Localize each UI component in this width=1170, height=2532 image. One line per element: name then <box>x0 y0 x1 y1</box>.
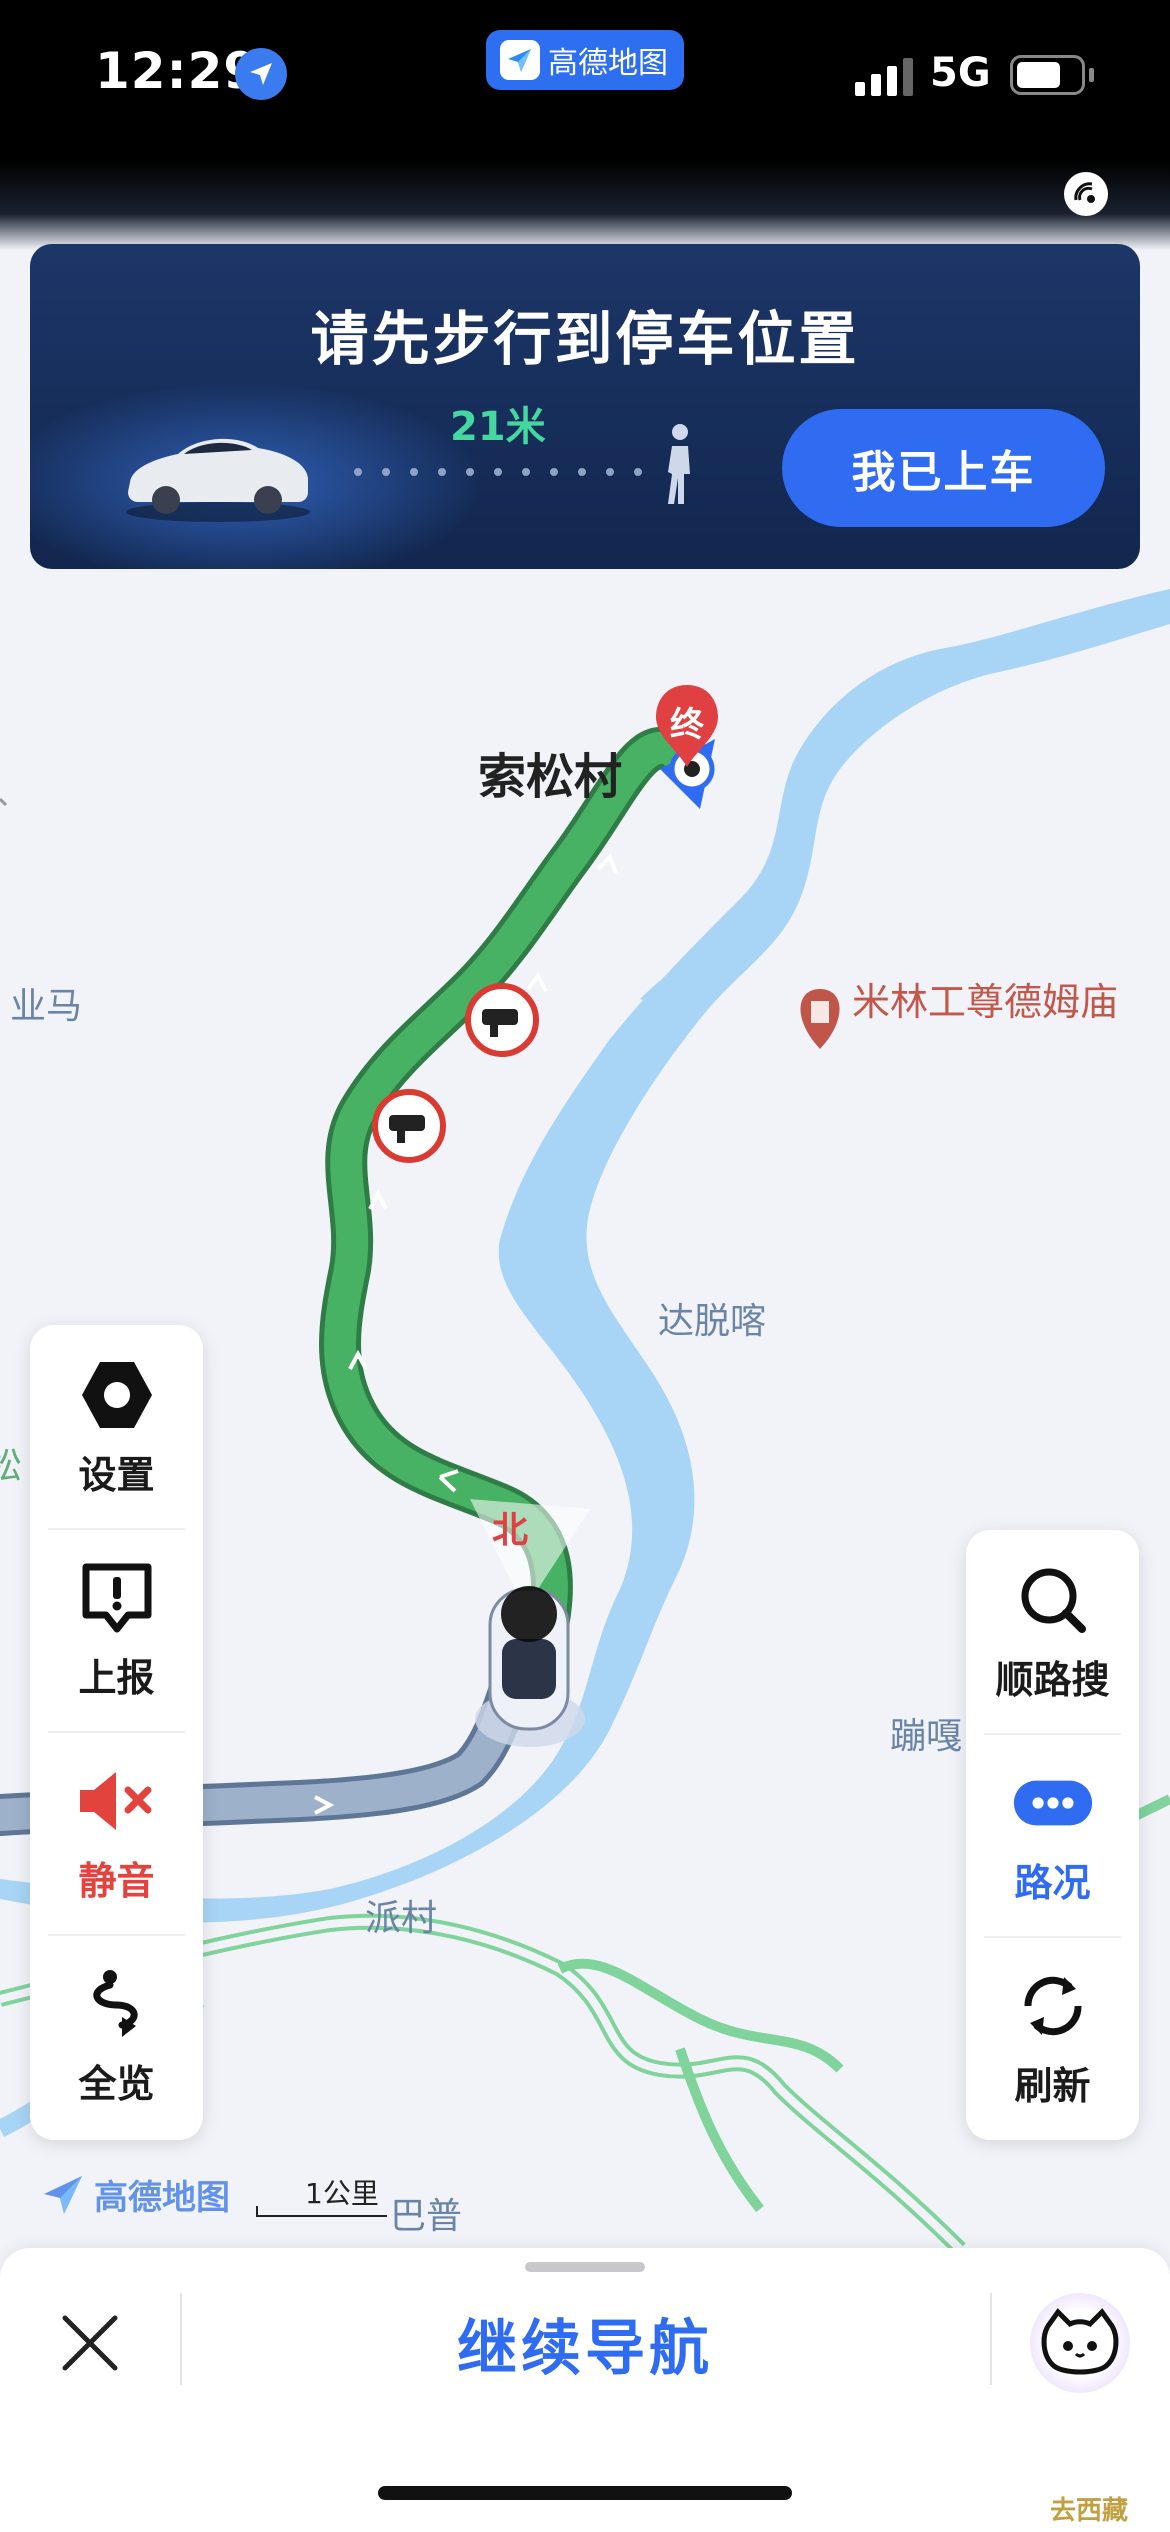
traffic-button[interactable]: 路况 <box>966 1733 1139 1936</box>
map-label-bapu: 巴普 <box>390 2196 463 2237</box>
overview-label: 全览 <box>78 2062 155 2106</box>
projection-cast-icon[interactable] <box>1062 170 1110 218</box>
along-route-search-label: 顺路搜 <box>995 1658 1110 1702</box>
overview-route-icon <box>76 1963 158 2045</box>
location-arrow-icon <box>235 48 287 100</box>
assistant-cat-icon[interactable] <box>1030 2293 1130 2393</box>
parked-car-icon <box>126 438 310 522</box>
walking-person-icon <box>668 424 690 504</box>
map-label-village: 索松村 <box>478 749 623 805</box>
map-brand-logo: 高德地图 <box>40 2170 230 2219</box>
close-icon[interactable] <box>55 2308 125 2378</box>
traffic-dots-icon <box>1012 1762 1094 1844</box>
compass-north-label: 北 <box>492 1510 529 1551</box>
mute-speaker-icon <box>76 1760 158 1842</box>
app-return-badge[interactable]: 高德地图 <box>486 30 684 90</box>
overview-button[interactable]: 全览 <box>30 1934 203 2137</box>
map-label-temple[interactable]: 米林工尊德姆庙 <box>852 971 1118 1026</box>
destination-pin[interactable]: 终 <box>650 681 724 771</box>
settings-button[interactable]: 设置 <box>30 1325 203 1528</box>
report-alert-icon <box>76 1557 158 1639</box>
map-label-yema: 业马 <box>10 986 83 1027</box>
report-button[interactable]: 上报 <box>30 1528 203 1731</box>
map-label-dashuoka: 达脱喀 <box>658 1301 767 1342</box>
sheet-drag-handle[interactable] <box>525 2262 645 2272</box>
walk-to-car-banner: 请先步行到停车位置 21米 我已上车 <box>30 244 1140 569</box>
right-tool-panel: 顺路搜 路况 刷新 <box>966 1530 1139 2140</box>
along-route-search-button[interactable]: 顺路搜 <box>966 1530 1139 1733</box>
walk-path-dots <box>354 468 642 476</box>
map-label-paicun: 派村 <box>365 1898 438 1939</box>
search-icon <box>1012 1559 1094 1641</box>
destination-pin-label: 终 <box>670 705 704 745</box>
refresh-button[interactable]: 刷新 <box>966 1936 1139 2139</box>
report-label: 上报 <box>78 1656 155 1700</box>
navigation-screen: 12:29 高德地图 5G 终 索松村 米林工尊德姆庙 业马 达脱喀 蹦嘎 派村… <box>0 0 1170 2532</box>
left-tool-panel: 设置 上报 静音 全览 <box>30 1325 203 2140</box>
map-label-benga: 蹦嘎 <box>890 1716 963 1757</box>
mute-button[interactable]: 静音 <box>30 1731 203 1934</box>
mute-label: 静音 <box>78 1859 155 1903</box>
home-indicator[interactable] <box>378 2486 792 2500</box>
refresh-label: 刷新 <box>1014 2064 1091 2108</box>
amap-logo-icon <box>500 40 540 80</box>
signal-icon <box>855 58 913 96</box>
watermark-text: 去西藏 <box>1050 2496 1129 2526</box>
battery-icon <box>1010 55 1085 95</box>
continue-navigation-button[interactable]: 继续导航 <box>180 2300 990 2387</box>
status-bar: 12:29 高德地图 5G <box>0 0 1170 160</box>
amap-logo-icon <box>44 2175 82 2214</box>
settings-label: 设置 <box>78 1453 155 1497</box>
boarded-car-button[interactable]: 我已上车 <box>782 409 1105 527</box>
map-label-left-cut: 松 <box>0 1446 23 1487</box>
map-scale-bar: 1公里 <box>255 2172 390 2222</box>
refresh-icon <box>1012 1965 1094 2047</box>
traffic-label: 路况 <box>1014 1861 1091 1905</box>
network-type: 5G <box>930 50 991 96</box>
map-brand-label: 高德地图 <box>94 2178 230 2218</box>
settings-hexagon-icon <box>76 1354 158 1436</box>
walk-distance: 21米 <box>450 404 546 450</box>
banner-title: 请先步行到停车位置 <box>310 305 860 373</box>
app-badge-label: 高德地图 <box>548 46 668 81</box>
